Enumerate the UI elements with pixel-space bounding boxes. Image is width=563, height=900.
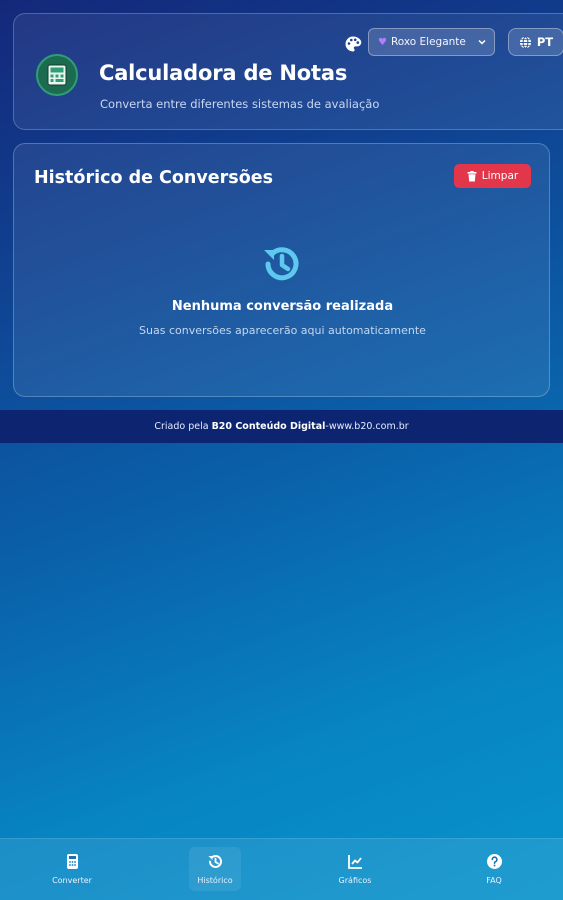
history-icon	[208, 855, 222, 868]
nav-item-history[interactable]: Histórico	[189, 847, 241, 891]
history-icon	[264, 247, 299, 281]
calculator-grades-icon	[36, 54, 78, 96]
header-card: Calculadora de Notas Converta entre dife…	[13, 13, 563, 130]
globe-icon	[519, 35, 531, 49]
nav-label-charts: Gráficos	[338, 876, 372, 885]
help-circle-icon	[486, 854, 502, 869]
nav-label-faq: FAQ	[486, 876, 502, 885]
nav-label-converter: Converter	[52, 876, 92, 885]
app-subtitle: Converta entre diferentes sistemas de av…	[100, 97, 380, 111]
theme-select[interactable]: ♥ Roxo Elegante	[368, 28, 495, 56]
bottom-nav: Converter Histórico Gráficos FAQ	[0, 838, 563, 900]
chevron-down-icon	[478, 39, 486, 45]
language-label: PT	[536, 35, 554, 49]
chart-icon	[347, 855, 362, 869]
language-button[interactable]: PT	[508, 28, 563, 56]
history-card: Histórico de Conversões Limpar Nenhuma c…	[13, 143, 550, 397]
heart-icon: ♥	[378, 36, 387, 48]
footer-prefix: Criado pela	[154, 421, 209, 432]
palette-icon[interactable]	[344, 35, 362, 53]
footer-url[interactable]: www.b20.com.br	[329, 421, 409, 432]
nav-label-history: Histórico	[197, 876, 233, 885]
empty-state-title: Nenhuma conversão realizada	[171, 299, 394, 314]
clear-history-button[interactable]: Limpar	[454, 164, 531, 188]
nav-item-converter[interactable]: Converter	[46, 847, 98, 891]
app-title: Calculadora de Notas	[99, 61, 348, 85]
calculator-icon	[66, 854, 78, 869]
clear-button-label: Limpar	[481, 170, 519, 182]
nav-item-charts[interactable]: Gráficos	[329, 847, 381, 891]
nav-item-faq[interactable]: FAQ	[468, 847, 520, 891]
trash-icon	[467, 170, 477, 181]
footer-brand: B20 Conteúdo Digital	[211, 421, 326, 432]
theme-select-value: Roxo Elegante	[390, 36, 466, 48]
history-title: Histórico de Conversões	[34, 168, 274, 188]
empty-state-subtitle: Suas conversões aparecerão aqui automati…	[139, 324, 426, 337]
footer-credits: Criado pela B20 Conteúdo Digital - www.b…	[0, 410, 563, 443]
